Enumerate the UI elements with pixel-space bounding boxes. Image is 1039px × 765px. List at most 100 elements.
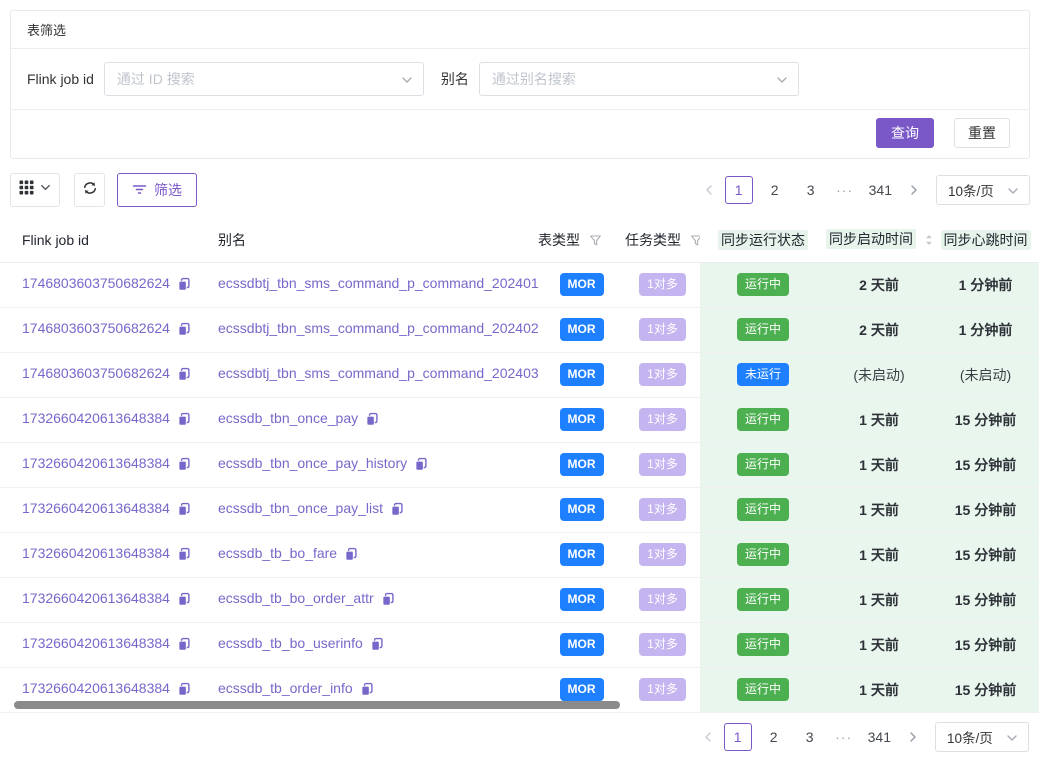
copy-icon[interactable] (177, 548, 191, 564)
query-button[interactable]: 查询 (876, 118, 934, 148)
table-row: 1732660420613648384 ecssdb_tbn_once_pay_l… (0, 487, 1039, 532)
refresh-icon (82, 180, 98, 201)
alias-link[interactable]: ecssdbtj_tbn_sms_command_p_command_20240… (218, 320, 538, 336)
sync-status-cell: 运行中 (700, 397, 826, 442)
refresh-button[interactable] (74, 173, 105, 207)
job-id-cell: 1732660420613648384 (0, 442, 218, 487)
column-settings-button[interactable] (10, 173, 60, 207)
table-type-cell: MOR (538, 622, 625, 667)
job-id-link[interactable]: 1732660420613648384 (22, 590, 170, 606)
sync-status-cell: 运行中 (700, 307, 826, 352)
sync-status-badge: 运行中 (737, 678, 789, 700)
job-id-link[interactable]: 1732660420613648384 (22, 680, 170, 696)
sync-status-badge: 运行中 (737, 588, 789, 610)
alias-link[interactable]: ecssdb_tb_bo_userinfo (218, 635, 363, 651)
task-type-badge: 1对多 (639, 543, 686, 565)
alias-select[interactable] (479, 62, 799, 96)
copy-icon[interactable] (177, 593, 191, 609)
job-id-link[interactable]: 1746803603750682624 (22, 320, 170, 336)
page-button-1[interactable]: 1 (724, 723, 752, 751)
alias-link[interactable]: ecssdbtj_tbn_sms_command_p_command_20240… (218, 365, 538, 381)
alias-input[interactable] (480, 63, 798, 95)
alias-cell: ecssdb_tbn_once_pay_list (218, 487, 538, 532)
flink-job-id-input[interactable] (105, 63, 423, 95)
heartbeat-time-cell: 15 分钟前 (932, 622, 1039, 667)
job-id-cell: 1732660420613648384 (0, 487, 218, 532)
alias-link[interactable]: ecssdb_tb_bo_order_attr (218, 590, 374, 606)
task-type-badge: 1对多 (639, 498, 686, 520)
table-filter-card: 表筛选 Flink job id 别名 查询 重置 (10, 10, 1030, 159)
task-type-cell: 1对多 (625, 352, 700, 397)
copy-icon[interactable] (177, 458, 191, 474)
job-id-link[interactable]: 1732660420613648384 (22, 455, 170, 471)
filter-funnel-icon[interactable] (589, 234, 602, 250)
alias-link[interactable]: ecssdb_tbn_once_pay_history (218, 455, 407, 471)
sync-status-badge: 运行中 (737, 498, 789, 520)
copy-icon[interactable] (381, 593, 395, 609)
copy-icon[interactable] (390, 503, 404, 519)
alias-link[interactable]: ecssdb_tb_bo_fare (218, 545, 337, 561)
copy-icon[interactable] (177, 323, 191, 339)
job-id-cell: 1746803603750682624 (0, 262, 218, 307)
start-time-cell: 1 天前 (826, 487, 932, 532)
copy-icon[interactable] (177, 683, 191, 699)
job-id-link[interactable]: 1732660420613648384 (22, 545, 170, 561)
sync-status-cell: 运行中 (700, 262, 826, 307)
heartbeat-time-cell: 15 分钟前 (932, 487, 1039, 532)
copy-icon[interactable] (370, 638, 384, 654)
page-size-value: 10条/页 (948, 180, 994, 200)
alias-link[interactable]: ecssdb_tbn_once_pay_list (218, 500, 383, 516)
page-size-select[interactable]: 10条/页 (936, 175, 1030, 205)
prev-page-button[interactable] (701, 183, 717, 197)
job-id-link[interactable]: 1732660420613648384 (22, 500, 170, 516)
job-id-link[interactable]: 1746803603750682624 (22, 275, 170, 291)
page-ellipsis[interactable]: ··· (833, 182, 857, 198)
page-button-2[interactable]: 2 (761, 176, 789, 204)
page-button-3[interactable]: 3 (796, 723, 824, 751)
table-type-cell: MOR (538, 262, 625, 307)
start-time-cell: 1 天前 (826, 622, 932, 667)
job-id-link[interactable]: 1746803603750682624 (22, 365, 170, 381)
next-page-button[interactable] (905, 730, 921, 744)
task-type-cell: 1对多 (625, 622, 700, 667)
page-size-value: 10条/页 (947, 727, 993, 747)
page-button-3[interactable]: 3 (797, 176, 825, 204)
copy-icon[interactable] (177, 368, 191, 384)
copy-icon[interactable] (360, 683, 374, 699)
alias-link[interactable]: ecssdbtj_tbn_sms_command_p_command_20240… (218, 275, 538, 291)
job-id-link[interactable]: 1732660420613648384 (22, 635, 170, 651)
next-page-button[interactable] (906, 183, 922, 197)
copy-icon[interactable] (365, 413, 379, 429)
table-type-badge: MOR (560, 543, 604, 565)
alias-link[interactable]: ecssdb_tbn_once_pay (218, 410, 358, 426)
page-button-1[interactable]: 1 (725, 176, 753, 204)
copy-icon[interactable] (344, 548, 358, 564)
table-type-badge: MOR (560, 318, 604, 340)
page-button-2[interactable]: 2 (760, 723, 788, 751)
page-size-select[interactable]: 10条/页 (935, 722, 1029, 752)
copy-icon[interactable] (414, 458, 428, 474)
sync-status-badge: 运行中 (737, 318, 789, 340)
flink-job-id-select[interactable] (104, 62, 424, 96)
column-header-task-type: 任务类型 (625, 218, 700, 262)
copy-icon[interactable] (177, 413, 191, 429)
job-id-link[interactable]: 1732660420613648384 (22, 410, 170, 426)
copy-icon[interactable] (177, 503, 191, 519)
reset-button[interactable]: 重置 (954, 118, 1010, 148)
copy-icon[interactable] (177, 638, 191, 654)
start-time-cell: 1 天前 (826, 667, 932, 712)
filter-button[interactable]: 筛选 (117, 173, 197, 207)
heartbeat-time-cell: 15 分钟前 (932, 397, 1039, 442)
horizontal-scrollbar-thumb[interactable] (14, 701, 620, 709)
alias-link[interactable]: ecssdb_tb_order_info (218, 680, 353, 696)
table-type-cell: MOR (538, 352, 625, 397)
page-button-last[interactable]: 341 (864, 723, 895, 751)
prev-page-button[interactable] (700, 730, 716, 744)
task-type-cell: 1对多 (625, 307, 700, 352)
start-time-cell: 2 天前 (826, 307, 932, 352)
job-id-cell: 1746803603750682624 (0, 352, 218, 397)
sync-status-badge: 运行中 (737, 408, 789, 430)
page-button-last[interactable]: 341 (865, 176, 896, 204)
page-ellipsis[interactable]: ··· (832, 729, 856, 745)
copy-icon[interactable] (177, 278, 191, 294)
